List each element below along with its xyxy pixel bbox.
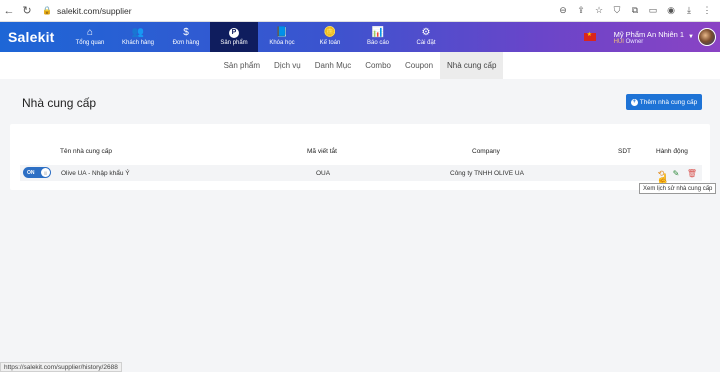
- back-arrow-icon[interactable]: ←: [0, 2, 18, 20]
- download-icon[interactable]: ⤓: [682, 4, 696, 18]
- plus-icon: +: [630, 98, 638, 106]
- tab-4[interactable]: Coupon: [398, 52, 440, 79]
- tab-5[interactable]: Nhà cung cấp: [440, 52, 504, 79]
- add-supplier-button[interactable]: + Thêm nhà cung cấp: [626, 94, 702, 110]
- nav-item-label: Khách hàng: [121, 40, 155, 46]
- address-bar[interactable]: 🔒 salekit.com/supplier: [42, 3, 556, 19]
- chart-icon: 📊: [371, 27, 385, 38]
- header-name: Tên nhà cung cấp: [60, 148, 113, 155]
- extension-icon[interactable]: ⧉: [628, 4, 642, 18]
- status-bar-url: https://salekit.com/supplier/history/268…: [0, 362, 122, 372]
- reload-icon[interactable]: ↻: [18, 2, 36, 20]
- coins-icon: 🪙: [323, 27, 337, 38]
- header-abbr: Mã viết tắt: [307, 148, 337, 155]
- header-company: Company: [472, 148, 500, 155]
- sidebar-icon[interactable]: ▭: [646, 4, 660, 18]
- page-title: Nhà cung cấp: [22, 96, 97, 110]
- user-name: Mỹ Phẩm An Nhiên 1: [613, 29, 685, 39]
- url-text: salekit.com/supplier: [56, 5, 132, 16]
- nav-item-0[interactable]: ⌂ Tổng quan: [66, 22, 114, 52]
- user-role: HUI Owner: [613, 38, 644, 45]
- menu-icon[interactable]: ⋮: [700, 4, 714, 18]
- tab-3[interactable]: Combo: [358, 52, 398, 79]
- nav-item-6[interactable]: 📊 Báo cáo: [354, 22, 402, 52]
- edit-icon[interactable]: ✎: [671, 168, 681, 178]
- users-icon: 👥: [131, 27, 145, 38]
- supplier-company: Công ty TNHH OLIVE UA: [450, 170, 524, 177]
- nav-item-label: Sản phẩm: [220, 40, 248, 46]
- dollar-icon: $: [183, 27, 189, 38]
- zoom-icon[interactable]: ⊖: [556, 4, 570, 18]
- lock-icon: 🔒: [42, 6, 52, 15]
- gear-icon: ⚙: [421, 27, 431, 38]
- tab-0[interactable]: Sản phẩm: [217, 52, 267, 79]
- star-icon[interactable]: ☆: [592, 4, 606, 18]
- salekit-logo[interactable]: Salekit: [0, 29, 66, 45]
- tab-1[interactable]: Dịch vụ: [267, 52, 308, 79]
- header-phone: SDT: [618, 148, 631, 155]
- shield-icon[interactable]: ⛉: [610, 4, 624, 18]
- nav-item-1[interactable]: 👥 Khách hàng: [114, 22, 162, 52]
- avatar[interactable]: [698, 28, 716, 46]
- browser-toolbar: ← ↻ 🔒 salekit.com/supplier ⊖ ⇪ ☆ ⛉ ⧉ ▭ ◉…: [0, 0, 720, 22]
- nav-item-label: Kế toán: [319, 40, 341, 46]
- nav-item-4[interactable]: 📘 Khóa học: [258, 22, 306, 52]
- nav-item-3[interactable]: P Sản phẩm: [210, 22, 258, 52]
- history-tooltip: Xem lịch sử nhà cung cấp: [639, 183, 717, 194]
- app-navbar: Salekit ⌂ Tổng quan 👥 Khách hàng $ Đơn hàng P S…: [0, 22, 720, 52]
- status-toggle[interactable]: ON |||: [23, 167, 51, 178]
- nav-item-label: Cài đặt: [416, 40, 436, 46]
- trash-icon[interactable]: 🗑: [687, 168, 697, 178]
- nav-item-5[interactable]: 🪙 Kế toán: [306, 22, 354, 52]
- supplier-name: Olive UA - Nhập khẩu Ý: [61, 170, 130, 177]
- header-actions: Hành động: [656, 148, 688, 155]
- home-icon: ⌂: [86, 27, 94, 38]
- user-menu[interactable]: Mỹ Phẩm An Nhiên 1 HUI Owner ▼: [583, 22, 716, 52]
- nav-item-label: Khóa học: [269, 40, 295, 46]
- supplier-table: Tên nhà cung cấp Mã viết tắt Company SDT…: [10, 124, 710, 190]
- subtabs: Sản phẩm Dịch vụ Danh Mục Combo Coupon Nhà cu…: [0, 52, 720, 79]
- tab-2[interactable]: Danh Mục: [308, 52, 358, 79]
- nav-item-7[interactable]: ⚙ Cài đặt: [402, 22, 450, 52]
- nav-item-2[interactable]: $ Đơn hàng: [162, 22, 210, 52]
- chevron-down-icon[interactable]: ▼: [688, 34, 694, 40]
- vietnam-flag-icon[interactable]: [583, 31, 596, 41]
- nav-item-label: Tổng quan: [75, 40, 105, 46]
- share-icon[interactable]: ⇪: [574, 4, 588, 18]
- product-p-icon: P: [229, 28, 239, 38]
- toggle-knob: |||: [41, 168, 50, 177]
- profile-icon[interactable]: ◉: [664, 4, 678, 18]
- nav-item-label: Đơn hàng: [172, 40, 200, 46]
- book-icon: 📘: [275, 27, 289, 38]
- supplier-abbr: OUA: [316, 170, 331, 177]
- nav-item-label: Báo cáo: [366, 40, 390, 46]
